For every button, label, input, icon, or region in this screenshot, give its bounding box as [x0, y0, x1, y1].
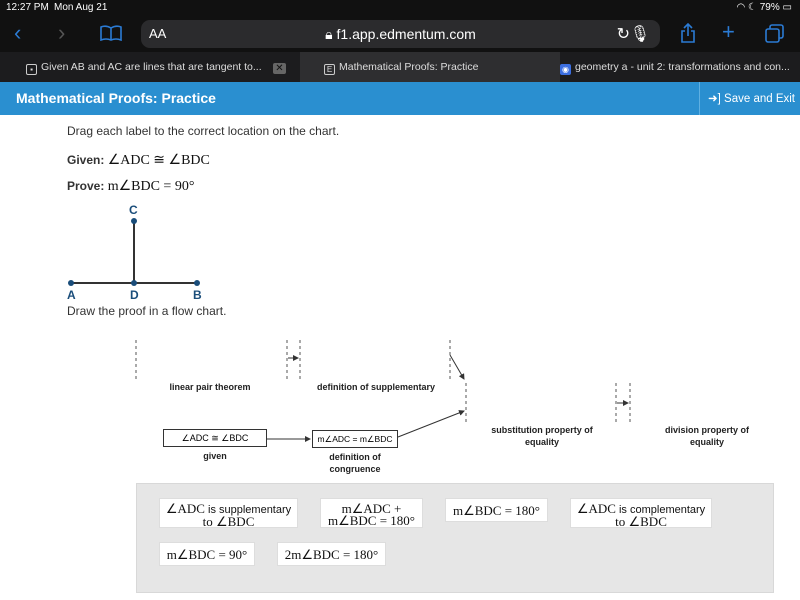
arrow-congruence-to-substitution: [397, 410, 465, 438]
tile-text: to ∠BDC: [615, 514, 667, 529]
status-bar: 12:27 PM Mon Aug 21 ◠ ☾ 79% ▭: [0, 0, 800, 16]
tile-bdc-90[interactable]: m∠BDC = 90°: [159, 542, 255, 566]
address-bar[interactable]: AA 🔒︎ f1.app.edmentum.com ↻ 🎙︎: [141, 20, 660, 48]
moon-icon: ☾: [748, 2, 757, 13]
new-tab-icon[interactable]: +: [722, 21, 735, 43]
point-d: [131, 280, 137, 286]
geometry-figure: [68, 218, 200, 286]
instruction-text: Drag each label to the correct location …: [67, 124, 340, 138]
tile-text: to ∠BDC: [202, 514, 255, 529]
e-icon: E: [324, 64, 335, 75]
reason-definition-supplementary: definition of supplementary: [316, 382, 435, 392]
tile-text: 2m∠BDC = 180°: [284, 547, 379, 562]
battery-level: 79%: [759, 2, 780, 13]
url-value: f1.app.edmentum.com: [336, 26, 476, 42]
given-label: Given:: [67, 153, 105, 167]
save-and-exit-button[interactable]: ➜] Save and Exit: [699, 82, 800, 115]
back-icon[interactable]: ‹: [14, 22, 21, 44]
tab-given-ab[interactable]: ▪ Given AB and AC are lines that are tang…: [26, 52, 271, 82]
arrow-to-substitution: [449, 354, 465, 380]
close-tab-icon[interactable]: ✕: [273, 63, 286, 74]
app-header: Mathematical Proofs: Practice ➜] Save an…: [0, 82, 800, 115]
tile-text: ∠ADC: [576, 501, 616, 516]
reason-linear-pair: linear pair theorem: [169, 382, 251, 392]
label-d: D: [130, 288, 139, 302]
browser-toolbar: ‹ › AA 🔒︎ f1.app.edmentum.com ↻ 🎙︎ +: [0, 16, 800, 52]
label-b: B: [193, 288, 202, 302]
save-and-exit-label: Save and Exit: [724, 93, 796, 105]
prove-label: Prove:: [67, 179, 105, 193]
date: Mon Aug 21: [54, 2, 108, 13]
given-expression: ∠ADC ≅ ∠BDC: [107, 153, 210, 168]
statement-given: ∠ADC ≅ ∠BDC: [163, 429, 267, 447]
reason-division: division property of equality: [664, 425, 749, 447]
label-c: C: [129, 203, 138, 217]
given-statement: Given: ∠ADC ≅ ∠BDC: [67, 152, 210, 169]
reload-icon[interactable]: ↻: [617, 24, 630, 44]
search-icon: ◉: [560, 64, 571, 75]
status-icons: ◠ ☾ 79% ▭: [736, 2, 792, 13]
reason-given: given: [203, 451, 227, 461]
exit-icon: ➜]: [708, 93, 721, 105]
wifi-icon: ◠: [736, 2, 746, 13]
tile-bdc-180[interactable]: m∠BDC = 180°: [445, 498, 548, 522]
reason-definition-congruence: definition of congruence: [329, 452, 381, 474]
tab-bar: ▪ Given AB and AC are lines that are tang…: [0, 52, 800, 82]
tile-2bdc-180[interactable]: 2m∠BDC = 180°: [277, 542, 386, 566]
point-a: [68, 280, 74, 286]
microphone-icon[interactable]: 🎙︎: [630, 24, 650, 44]
statement-congruence: m∠ADC = m∠BDC: [312, 430, 398, 448]
tile-text: m∠BDC = 180°: [452, 503, 541, 518]
battery-icon: ▭: [782, 2, 792, 13]
prove-statement: Prove: m∠BDC = 90°: [67, 178, 194, 195]
tile-adc-complementary-bdc[interactable]: ∠ADC is complementary to ∠BDC: [570, 498, 712, 528]
label-a: A: [67, 288, 76, 302]
tab-label: Mathematical Proofs: Practice: [339, 61, 479, 73]
page-title: Mathematical Proofs: Practice: [16, 90, 216, 106]
tile-text: m∠BDC = 90°: [166, 547, 248, 562]
reason-substitution: substitution property of equality: [491, 425, 593, 447]
tab-mathematical-proofs[interactable]: E Mathematical Proofs: Practice: [300, 52, 560, 82]
share-icon[interactable]: [680, 23, 696, 43]
tile-text: ∠ADC: [165, 501, 205, 516]
lock-icon: 🔒︎: [325, 26, 333, 42]
url-text: 🔒︎ f1.app.edmentum.com: [141, 26, 660, 43]
tile-text: m∠BDC = 180°: [327, 513, 416, 528]
bookmarks-icon[interactable]: [100, 25, 122, 41]
tab-geometry[interactable]: ◉ geometry a - unit 2: transformations an…: [560, 52, 800, 82]
prove-expression: m∠BDC = 90°: [107, 179, 195, 194]
tabs-overview-icon[interactable]: [765, 24, 785, 44]
point-c: [131, 218, 137, 224]
flow-chart-connectors: [135, 340, 631, 442]
tab-label: Given AB and AC are lines that are tange…: [41, 61, 262, 73]
tile-adc-supplementary-bdc[interactable]: ∠ADC is supplementary to ∠BDC: [159, 498, 298, 528]
tile-sum-180[interactable]: m∠ADC + m∠BDC = 180°: [320, 498, 423, 528]
point-b: [194, 280, 200, 286]
bookmark-icon: ▪: [26, 64, 37, 75]
forward-icon[interactable]: ›: [58, 22, 65, 44]
clock: 12:27 PM: [6, 2, 49, 13]
flow-instruction: Draw the proof in a flow chart.: [67, 304, 227, 318]
tab-label: geometry a - unit 2: transformations and…: [575, 61, 790, 73]
